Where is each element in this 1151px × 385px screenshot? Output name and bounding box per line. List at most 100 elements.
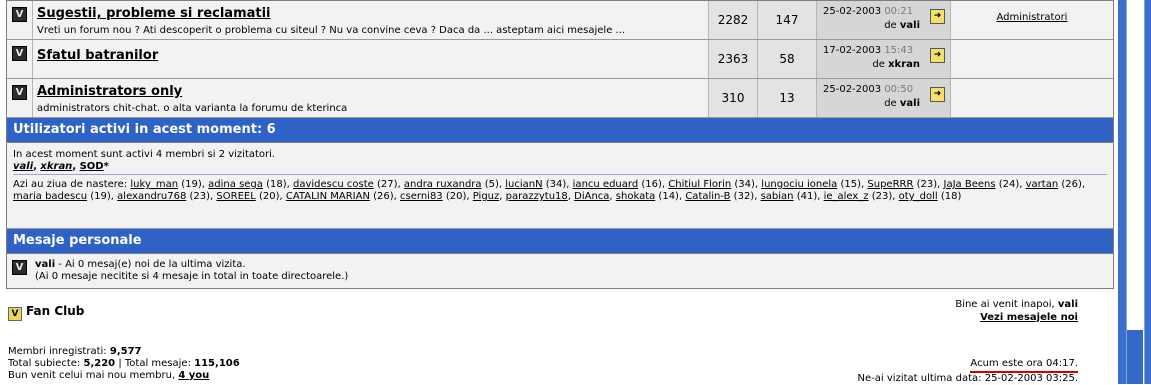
last-post-cell: 25-02-2003 00:21 de vali ➜ xyxy=(817,1,951,39)
birthday-age: (41), xyxy=(793,191,824,202)
online-user[interactable]: vali xyxy=(13,161,33,172)
goto-last-post-icon[interactable]: ➜ xyxy=(930,9,945,24)
birthday-user-link[interactable]: JaJa Beens xyxy=(944,179,996,190)
birthday-age: (27), xyxy=(373,179,404,190)
birthday-age: (24), xyxy=(995,179,1026,190)
birthday-age: (19), xyxy=(178,179,209,190)
pm-heading: Mesaje personale xyxy=(7,229,1113,254)
birthday-user-link[interactable]: maria badescu xyxy=(13,191,87,202)
last-post-author[interactable]: vali xyxy=(900,98,920,109)
birthday-user-link[interactable]: andra ruxandra xyxy=(404,179,482,190)
welcome-box: Bine ai venit inapoi, vali Vezi mesajele… xyxy=(955,298,1078,324)
birthday-age: (23), xyxy=(913,179,944,190)
view-new-posts-link[interactable]: Vezi mesajele noi xyxy=(980,312,1078,323)
forum-status-icon: V xyxy=(12,85,27,100)
last-post-by-prefix: de xyxy=(884,20,897,31)
birthday-user-link[interactable]: parazzytu18 xyxy=(506,191,568,202)
scrollbar-track[interactable] xyxy=(1126,0,1145,384)
birthday-label: Azi au ziua de nastere: xyxy=(13,179,128,190)
online-user[interactable]: SOD xyxy=(80,161,104,172)
birthday-age: (15), xyxy=(837,179,868,190)
fan-club-link[interactable]: V Fan Club xyxy=(8,304,84,321)
birthday-user-link[interactable]: luky_man xyxy=(130,179,178,190)
forum-posts-count: 13 xyxy=(758,79,817,117)
welcome-text: Bine ai venit inapoi, xyxy=(955,299,1055,310)
last-post-cell: 25-02-2003 00:50 de vali ➜ xyxy=(817,79,951,117)
forum-title-link[interactable]: Sugestii, probleme si reclamatii xyxy=(37,6,271,21)
birthday-age: (23), xyxy=(868,191,899,202)
forum-stats: Membri inregistrati: 9,577 Total subiect… xyxy=(8,346,240,381)
fan-club-label: Fan Club xyxy=(26,304,85,318)
forum-description: Vreti un forum nou ? Ati descoperit o pr… xyxy=(37,25,626,36)
scrollbar-thumb[interactable] xyxy=(1127,330,1143,384)
online-users-panel: In acest moment sunt activi 4 membri si … xyxy=(7,143,1113,229)
pm-line1: - Ai 0 mesaj(e) noi de la ultima vizita. xyxy=(55,259,246,270)
birthday-user-link[interactable]: cserni83 xyxy=(400,191,443,202)
online-summary: In acest moment sunt activi 4 membri si … xyxy=(13,149,276,160)
birthday-user-link[interactable]: DiAnca xyxy=(574,191,609,202)
forum-row: V Sugestii, probleme si reclamatii Vreti… xyxy=(7,1,1113,40)
newest-member-label: Bun venit celui mai nou membru, xyxy=(8,370,176,381)
birthday-user-link[interactable]: iancu eduard xyxy=(573,179,639,190)
birthday-user-link[interactable]: Catalin-B xyxy=(685,191,730,202)
pm-line2: (Ai 0 mesaje necitite si 4 mesaje in tot… xyxy=(35,271,349,282)
last-post-author[interactable]: vali xyxy=(900,20,920,31)
birthday-user-link[interactable]: lucianN xyxy=(505,179,542,190)
members-count: 9,577 xyxy=(109,346,142,357)
birthday-user-link[interactable]: vartan xyxy=(1026,179,1059,190)
birthday-user-link[interactable]: Piguz xyxy=(473,191,500,202)
divider xyxy=(13,174,1107,175)
forum-status-icon: V xyxy=(12,7,27,22)
birthday-user-link[interactable]: shokata xyxy=(616,191,655,202)
birthday-age: (34), xyxy=(542,179,573,190)
welcome-user: vali xyxy=(1057,299,1078,310)
birthday-age: (26), xyxy=(369,191,401,202)
pm-status-icon: V xyxy=(12,260,27,275)
birthday-age: (23), xyxy=(186,191,217,202)
birthday-user-link[interactable]: Chitiul Florin xyxy=(668,179,731,190)
forum-title-link[interactable]: Sfatul batranilor xyxy=(37,48,158,63)
birthday-age: (16), xyxy=(638,179,669,190)
birthday-user-link[interactable]: SOREEL xyxy=(216,191,255,202)
forum-status-icon: V xyxy=(12,46,27,61)
birthday-user-link[interactable]: ie_alex_z xyxy=(824,191,869,202)
forum-row: V Administrators only administrators chi… xyxy=(7,79,1113,118)
birthday-user-link[interactable]: alexandru768 xyxy=(117,191,186,202)
birthday-age: (19), xyxy=(87,191,118,202)
birthday-age: (14), xyxy=(655,191,686,202)
birthday-user-link[interactable]: oty_doll xyxy=(899,191,938,202)
goto-last-post-icon[interactable]: ➜ xyxy=(930,48,945,63)
last-post-author[interactable]: xkran xyxy=(888,59,920,70)
goto-last-post-icon[interactable]: ➜ xyxy=(930,87,945,102)
birthday-age: (20), xyxy=(255,191,286,202)
vertical-scrollbar[interactable] xyxy=(1118,0,1151,384)
last-post-date: 25-02-2003 xyxy=(823,84,882,95)
last-visit-label: Ne-ai vizitat ultima data: xyxy=(857,373,982,384)
birthday-user-link[interactable]: CATALIN MARIAN xyxy=(286,191,370,202)
birthday-user-link[interactable]: davidescu coste xyxy=(293,179,374,190)
online-user[interactable]: xkran xyxy=(40,161,72,172)
last-post-time: 00:50 xyxy=(884,84,914,95)
last-post-cell: 17-02-2003 15:43 de xkran ➜ xyxy=(817,40,951,78)
members-label: Membri inregistrati: xyxy=(8,346,107,357)
pm-panel: V vali - Ai 0 mesaj(e) noi de la ultima … xyxy=(7,254,1113,288)
birthday-user-link[interactable]: SupeRRR xyxy=(867,179,913,190)
forum-title-link[interactable]: Administrators only xyxy=(37,84,182,99)
birthday-age: (18), xyxy=(262,179,293,190)
birthday-user-link[interactable]: lungociu ionela xyxy=(761,179,837,190)
last-post-time: 00:21 xyxy=(884,6,914,17)
newest-member-link[interactable]: 4 you xyxy=(178,370,209,381)
last-post-date: 25-02-2003 xyxy=(823,6,882,17)
forum-posts-count: 58 xyxy=(758,40,817,78)
birthday-age: (5), xyxy=(481,179,506,190)
birthday-user-link[interactable]: adina sega xyxy=(208,179,263,190)
online-user-list: vali, xkran, SOD* xyxy=(13,161,109,172)
forum-topics-count: 2282 xyxy=(709,1,758,39)
topics-total: 5,220 xyxy=(83,358,116,369)
last-post-by-prefix: de xyxy=(884,98,897,109)
birthday-age: (18) xyxy=(937,191,962,202)
forum-description: administrators chit-chat. o alta variant… xyxy=(37,103,348,114)
birthday-user-link[interactable]: sabian xyxy=(761,191,794,202)
forum-row: V Sfatul batranilor 2363 58 17-02-2003 1… xyxy=(7,40,1113,79)
moderator-link[interactable]: Administratori xyxy=(997,12,1068,23)
